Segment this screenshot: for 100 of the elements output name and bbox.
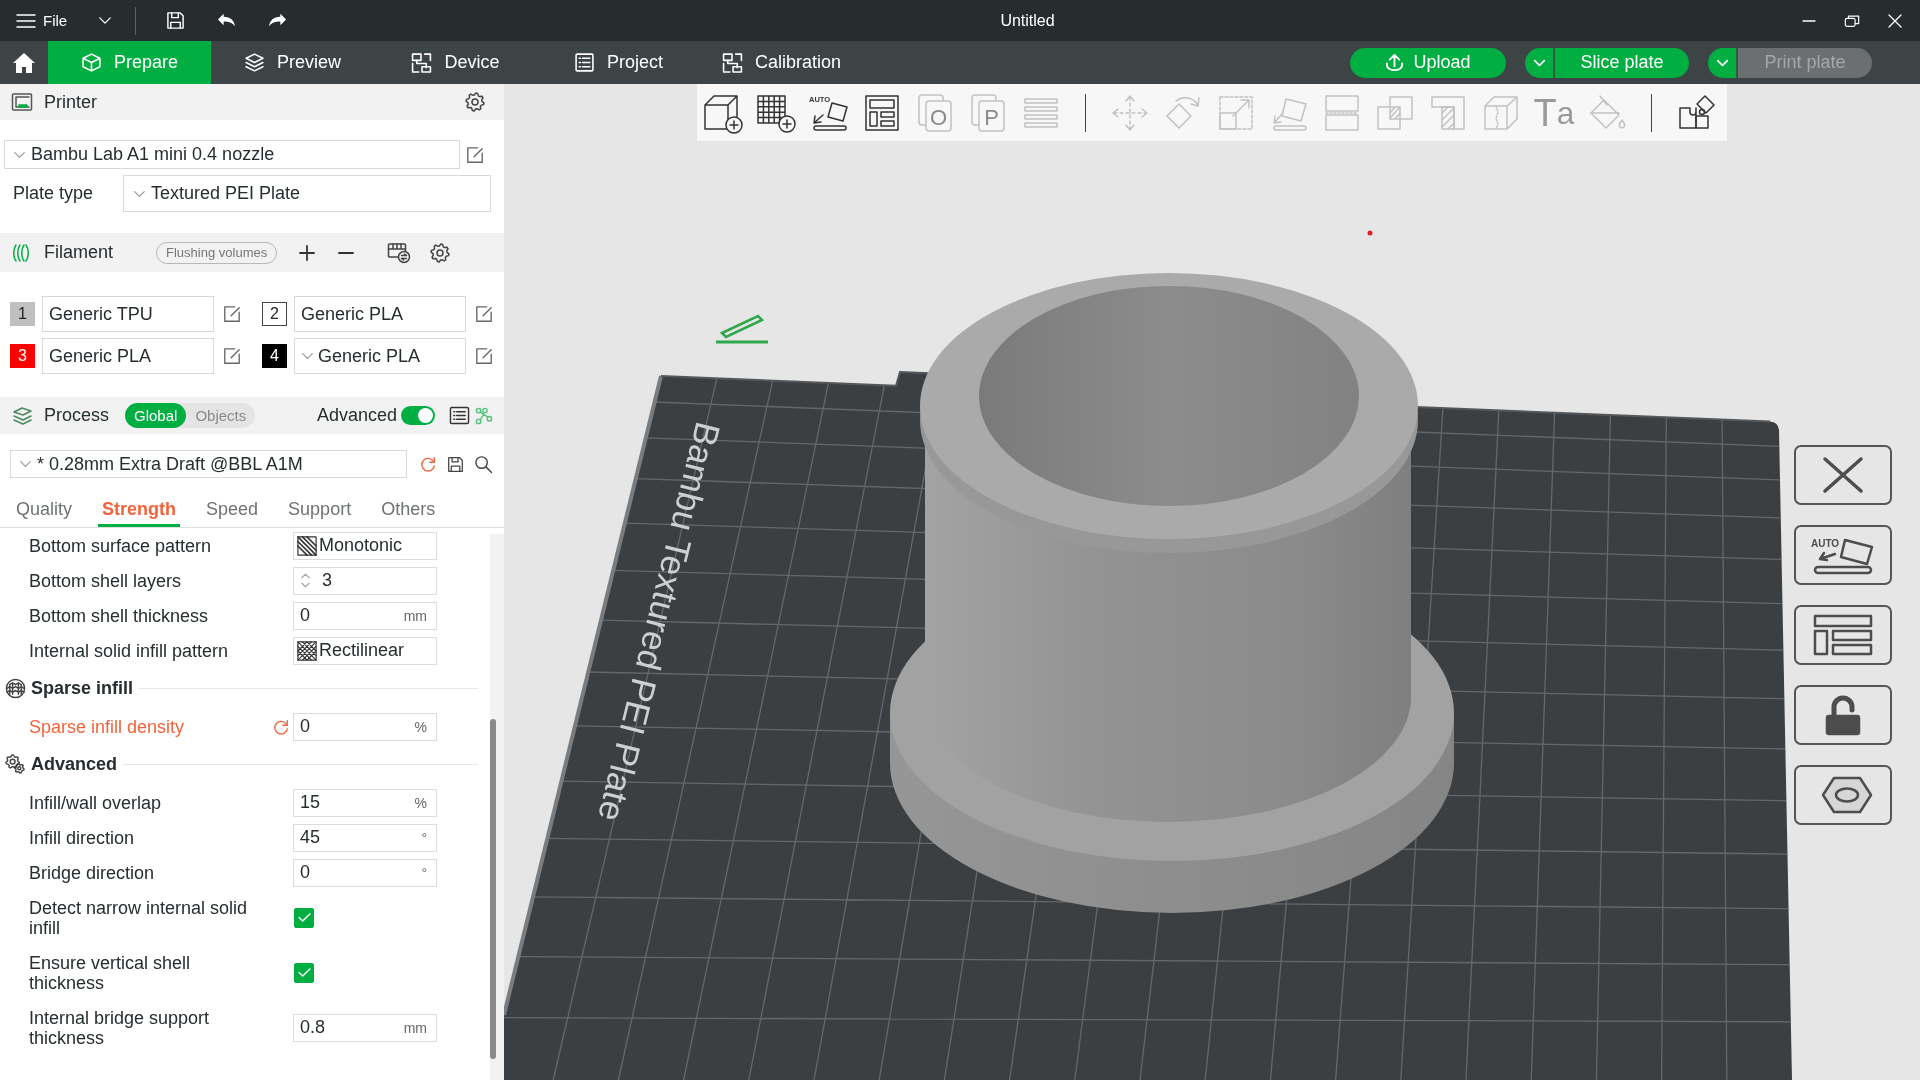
setting-label: Detect narrow internal solid infill xyxy=(29,897,249,938)
save-icon[interactable] xyxy=(447,455,464,473)
save-icon[interactable] xyxy=(166,11,186,30)
device-icon xyxy=(721,52,743,73)
layers-icon xyxy=(11,405,33,426)
filament-number[interactable]: 1 xyxy=(10,302,35,326)
settings-tab[interactable]: Quality xyxy=(12,499,77,527)
plate-type-select[interactable]: Textured PEI Plate xyxy=(123,175,491,212)
edit-icon[interactable] xyxy=(475,347,493,365)
filament-map-icon[interactable] xyxy=(387,241,412,264)
plate-settings-button[interactable] xyxy=(1794,765,1892,825)
lock-button[interactable] xyxy=(1794,685,1892,745)
reset-icon[interactable] xyxy=(272,717,290,736)
chevron-down-icon xyxy=(133,189,146,198)
arrange-button[interactable] xyxy=(1794,605,1892,665)
flushing-volumes-button[interactable]: Flushing volumes xyxy=(156,241,278,264)
list-icon xyxy=(574,52,595,73)
upload-icon xyxy=(1385,53,1405,72)
section-title: Filament xyxy=(44,242,114,263)
filament-select[interactable]: Generic TPU xyxy=(42,296,214,332)
checkmark-icon xyxy=(297,968,311,977)
edit-icon[interactable] xyxy=(223,347,241,365)
auto-orient-button[interactable]: AUTO xyxy=(1794,525,1892,585)
setting-label: Internal bridge support thickness xyxy=(29,1007,211,1048)
number-field[interactable]: 0 ° xyxy=(293,858,437,887)
printer-select[interactable]: Bambu Lab A1 mini 0.4 nozzle xyxy=(4,140,460,169)
number-field[interactable]: 0.8 mm xyxy=(293,1013,437,1042)
printer-icon xyxy=(11,92,33,112)
checkmark-icon xyxy=(297,913,311,922)
gears-icon xyxy=(5,754,26,775)
process-preset-select[interactable]: * 0.28mm Extra Draft @BBL A1M xyxy=(10,450,407,478)
setting-label: Internal solid infill pattern xyxy=(29,640,230,661)
setting-label: Infill direction xyxy=(29,827,136,848)
close-button[interactable] xyxy=(1794,445,1892,505)
reset-icon[interactable] xyxy=(419,455,437,473)
edit-icon[interactable] xyxy=(466,145,484,164)
filament-number[interactable]: 3 xyxy=(10,344,35,368)
setting-label: Infill/wall overlap xyxy=(29,792,163,813)
checkbox[interactable] xyxy=(294,907,314,928)
file-menu-button[interactable]: File xyxy=(16,12,68,29)
filament-number[interactable]: 4 xyxy=(262,344,287,368)
section-title: Printer xyxy=(44,91,97,113)
chevron-down-icon xyxy=(1532,58,1546,67)
settings-tab[interactable]: Speed xyxy=(202,499,263,527)
search-icon[interactable] xyxy=(474,454,493,474)
menu-icon xyxy=(16,12,36,29)
field-label: Plate type xyxy=(12,183,95,204)
tab[interactable]: Preview xyxy=(211,41,374,84)
plate-label: Bambu Textured PEI Plate xyxy=(591,418,729,826)
window-title: Untitled xyxy=(1000,11,1055,30)
setting-label: Sparse infill density xyxy=(29,716,186,737)
pattern-select[interactable]: Monotonic xyxy=(293,531,437,560)
settings-icon[interactable] xyxy=(465,92,485,112)
dropdown-button[interactable] xyxy=(1708,47,1738,78)
edit-icon[interactable] xyxy=(223,305,241,323)
filament-number[interactable]: 2 xyxy=(262,302,287,326)
number-field[interactable]: 15 % xyxy=(293,788,437,817)
chevron-down-icon[interactable] xyxy=(98,16,113,25)
dropdown-button[interactable] xyxy=(1525,47,1555,78)
setting-label: Ensure vertical shell thickness xyxy=(29,952,192,993)
chevron-down-icon xyxy=(13,150,26,159)
filament-select[interactable]: Generic PLA xyxy=(294,338,466,374)
spin-arrows-icon xyxy=(301,572,310,589)
layers-icon xyxy=(244,52,265,73)
filament-select[interactable]: Generic PLA xyxy=(42,338,214,374)
group-title: Sparse infill xyxy=(31,678,134,699)
advanced-toggle[interactable] xyxy=(401,406,435,425)
number-field[interactable]: 0 mm xyxy=(293,601,437,630)
setting-label: Bottom shell layers xyxy=(29,570,183,591)
chevron-down-icon xyxy=(1715,58,1729,67)
diagonal-hatch-icon xyxy=(297,535,317,556)
plus-icon[interactable] xyxy=(299,244,316,261)
pen-stroke-icon xyxy=(716,314,768,344)
settings-icon[interactable] xyxy=(430,242,451,263)
marker-dot-icon xyxy=(1367,230,1373,236)
tab[interactable]: Device xyxy=(374,41,537,84)
nodes-icon[interactable] xyxy=(475,406,493,425)
number-field[interactable]: 0 % xyxy=(293,712,437,741)
spin-field[interactable]: 3 xyxy=(293,566,437,595)
home-icon[interactable] xyxy=(12,51,36,74)
device-icon xyxy=(411,52,433,73)
tab[interactable]: Calibration xyxy=(700,41,863,84)
checkbox[interactable] xyxy=(294,962,314,983)
pattern-select[interactable]: Rectilinear xyxy=(293,636,437,665)
chevron-down-icon xyxy=(19,460,32,468)
restore-icon[interactable] xyxy=(1844,12,1860,29)
settings-tab[interactable]: Support xyxy=(284,499,356,527)
tab[interactable]: Project xyxy=(537,41,700,84)
filament-select[interactable]: Generic PLA xyxy=(294,296,466,332)
advanced-label: Advanced xyxy=(316,405,397,426)
list-icon[interactable] xyxy=(449,406,470,425)
crosshatch-icon xyxy=(297,640,317,661)
number-field[interactable]: 45 ° xyxy=(293,823,437,852)
settings-tab[interactable]: Others xyxy=(377,499,440,527)
close-icon[interactable] xyxy=(1887,12,1903,29)
honeycomb-icon xyxy=(5,678,26,699)
chevron-down-icon xyxy=(301,352,314,360)
edit-icon[interactable] xyxy=(475,305,493,323)
setting-label: Bottom surface pattern xyxy=(29,535,213,556)
scrollbar[interactable] xyxy=(490,719,496,1059)
